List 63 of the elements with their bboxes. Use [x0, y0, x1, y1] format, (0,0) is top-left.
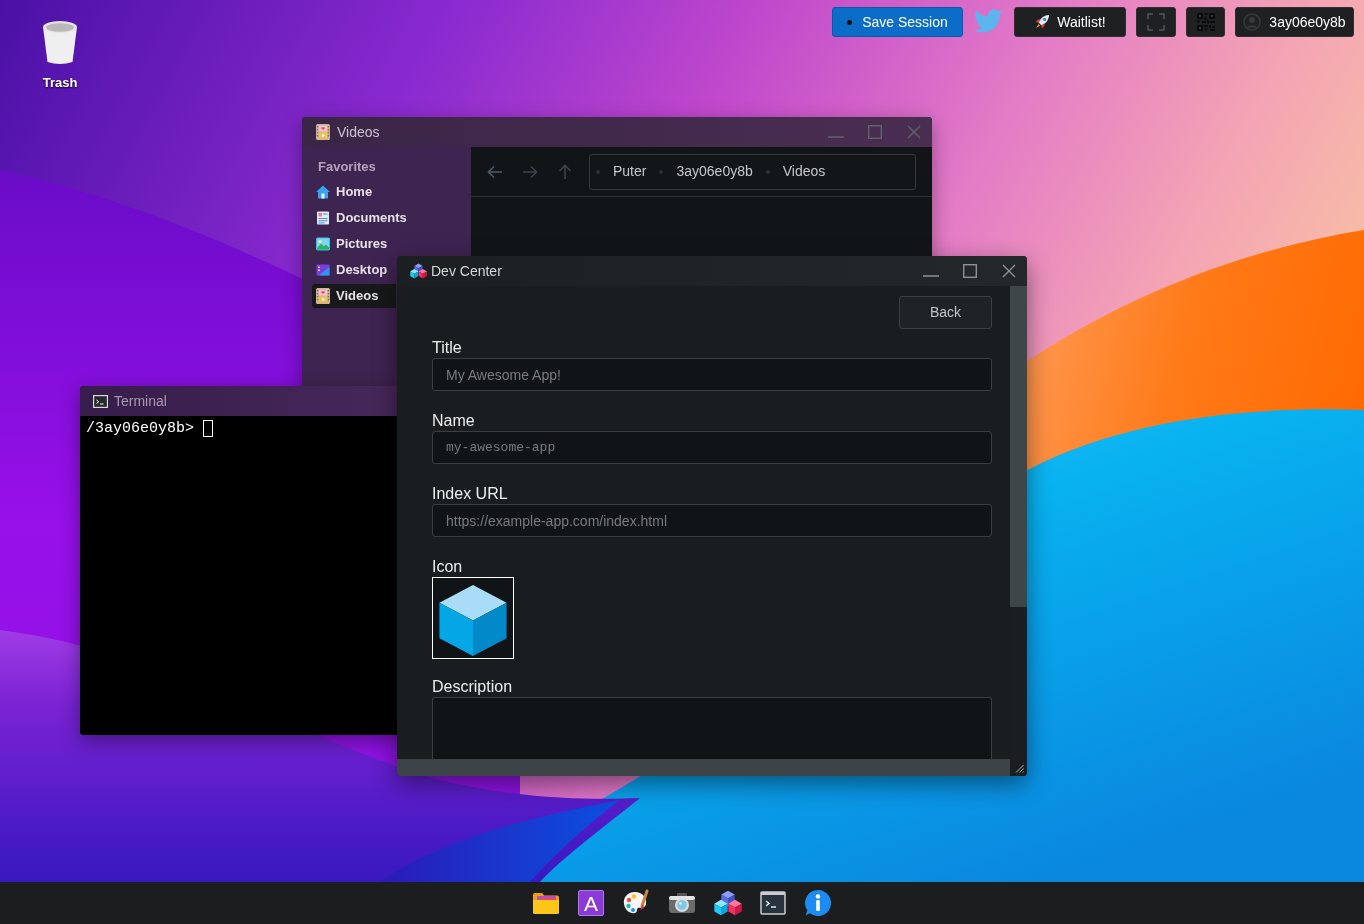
- cursor-icon: [203, 420, 214, 437]
- icon-picker[interactable]: [432, 577, 514, 659]
- sidebar-heading: Favorites: [317, 159, 377, 175]
- left-arrow-icon: [487, 163, 503, 180]
- terminal-icon[interactable]: [760, 891, 786, 915]
- picture-icon: [316, 237, 330, 251]
- minimize-icon: [828, 136, 844, 138]
- description-field[interactable]: [432, 697, 992, 759]
- maximize-icon: [868, 125, 882, 139]
- field-label: Index URL: [432, 484, 509, 504]
- field-label: Title: [432, 338, 463, 358]
- input-field[interactable]: my-awesome-app: [432, 431, 992, 464]
- sidebar-item[interactable]: Desktop: [312, 258, 396, 282]
- resize-grip-icon[interactable]: [1015, 764, 1024, 773]
- breadcrumb-link[interactable]: 3ay06e0y8b: [673, 161, 756, 182]
- cubes-icon[interactable]: [714, 890, 742, 916]
- sidebar-item[interactable]: Pictures: [312, 232, 396, 256]
- window-title: Dev Center: [431, 261, 502, 281]
- desktop-icon: [316, 263, 330, 277]
- terminal-icon: [93, 394, 108, 408]
- camera-icon[interactable]: [668, 892, 696, 914]
- document-icon: [316, 211, 330, 225]
- cubes-icon: [410, 263, 427, 279]
- sidebar-item[interactable]: Home: [312, 180, 396, 204]
- trash-icon[interactable]: [41, 20, 79, 66]
- rocket-icon: [1034, 14, 1051, 30]
- info-icon[interactable]: [804, 889, 832, 917]
- qr-code-icon: [1196, 13, 1215, 31]
- field-label: Name: [432, 411, 476, 431]
- user-icon: [1243, 13, 1262, 31]
- right-arrow-icon: [522, 163, 538, 180]
- field-label: Description: [432, 677, 514, 697]
- scrollbar-thumb[interactable]: [397, 759, 1010, 776]
- input-field[interactable]: My Awesome App!: [432, 358, 992, 391]
- expand-icon: [1147, 13, 1165, 31]
- breadcrumb-link[interactable]: Puter: [610, 161, 650, 182]
- save-session-button[interactable]: Save Session: [832, 7, 963, 37]
- qr-code-button[interactable]: [1186, 7, 1225, 37]
- folder-icon[interactable]: [532, 891, 560, 915]
- maximize-icon: [963, 264, 977, 278]
- close-icon: [907, 125, 921, 139]
- sidebar-item[interactable]: Videos: [312, 284, 396, 308]
- letter-tile-button[interactable]: A: [578, 890, 604, 916]
- window-title: Videos: [337, 122, 380, 142]
- film-icon: [316, 288, 330, 304]
- back-button[interactable]: Back: [899, 296, 992, 329]
- breadcrumb-link[interactable]: Videos: [779, 161, 829, 182]
- account-button[interactable]: 3ay06e0y8b: [1235, 7, 1354, 37]
- sidebar-item[interactable]: Documents: [312, 206, 411, 230]
- window-title: Terminal: [114, 391, 167, 411]
- fullscreen-button[interactable]: [1136, 7, 1176, 37]
- desktop-icon-label[interactable]: Trash: [42, 75, 78, 91]
- film-icon: [316, 124, 330, 140]
- path-bar[interactable]: Puter 3ay06e0y8b Videos: [589, 153, 916, 190]
- minimize-icon: [923, 275, 939, 277]
- waitlist-button[interactable]: Waitlist!: [1014, 7, 1126, 37]
- field-label: Icon: [432, 557, 464, 577]
- scrollbar-thumb[interactable]: [1010, 286, 1027, 607]
- home-icon: [316, 185, 330, 199]
- close-icon: [1002, 264, 1016, 278]
- up-arrow-icon: [557, 163, 573, 180]
- input-field[interactable]: https://example-app.com/index.html: [432, 504, 992, 537]
- prompt-text: /3ay06e0y8b>: [86, 420, 195, 437]
